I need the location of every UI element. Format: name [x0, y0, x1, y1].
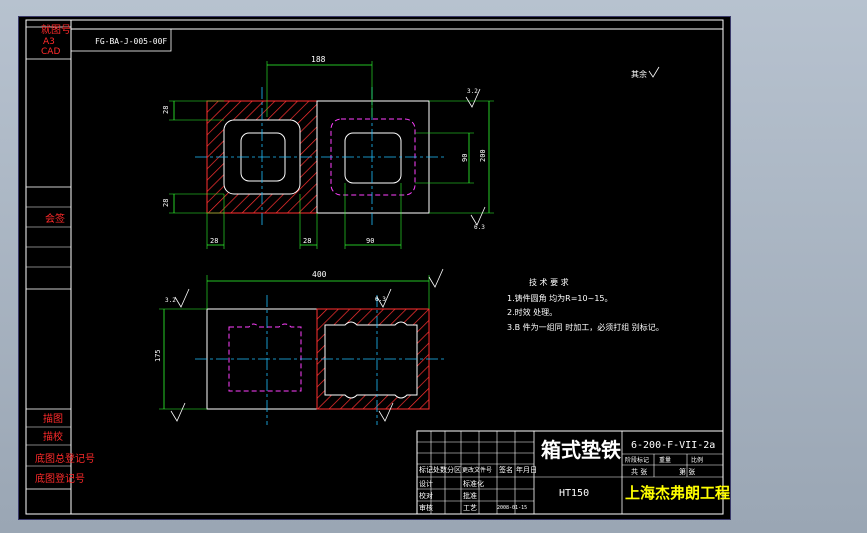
role-label-4: 工艺 — [463, 504, 477, 512]
left-column: 就图号 A3 CAD 会签 描图 描校 底图总登记号 底图登记号 — [25, 23, 95, 490]
row-label-1: 处数 — [433, 465, 447, 474]
sub-label-0: 阶段标记 — [625, 456, 649, 464]
title-block: 箱式垫铁 6-200-F-VII-2a 阶段标记 重量 比例 共 张 第 张 H… — [416, 430, 730, 515]
row-label-0: 标记 — [419, 465, 433, 474]
tech-title: 技 术 要 求 — [529, 277, 569, 287]
role-label-2: 校对 — [419, 491, 433, 500]
top-view: 188 28 28 90 200 28 28 90 3.2 6.3 — [162, 55, 494, 249]
tech-line-1: 1.铸件圆角 均为R=10~15。 — [507, 293, 613, 303]
left-label-b2: 底图总登记号 — [35, 452, 95, 465]
left-label-1: A3 — [43, 37, 55, 47]
dim-bottom-c: 90 — [366, 237, 374, 245]
role-label-3: 审核 — [419, 503, 433, 512]
role-label-5: 批准 — [463, 491, 477, 500]
drawing-code: 6-200-F-VII-2a — [631, 440, 715, 451]
roughness-note: 其余 — [631, 69, 647, 79]
row-label-2: 分区 — [447, 465, 461, 474]
rough-bottom-right: 6.3 — [474, 224, 485, 231]
part-name: 箱式垫铁 — [541, 438, 621, 462]
company-name: 上海杰弗朗工程设备有限公司 — [625, 484, 730, 502]
left-label-b3: 底图登记号 — [35, 472, 85, 485]
row-label-3: 更改文件号 — [462, 466, 492, 474]
dim-front-width: 400 — [312, 270, 327, 279]
dim-top-width: 188 — [311, 55, 326, 64]
left-label-0: 就图号 — [41, 23, 71, 36]
roughness-symbol-icon — [648, 66, 660, 78]
dim-right-outer: 200 — [479, 149, 487, 162]
role-label-1: 标准化 — [463, 479, 484, 488]
dim-right-inner: 90 — [461, 154, 469, 162]
left-label-b0: 描图 — [43, 412, 63, 425]
front-view: 400 175 3.2 6.3 — [154, 268, 444, 425]
tech-line-3: 3.B 件为一组同 时加工，必须打组 别标记。 — [507, 322, 664, 332]
row-label-5: 年月日 — [516, 465, 537, 474]
sub-label-1: 重量 — [659, 456, 671, 464]
sub-label-2: 比例 — [691, 456, 703, 464]
dim-left-bottom: 28 — [162, 199, 170, 207]
dim-bottom-b: 28 — [303, 237, 311, 245]
material: HT150 — [559, 488, 589, 499]
drawing-viewport[interactable]: 就图号 A3 CAD 会签 描图 描校 底图总登记号 底图登记号 FG-BA-J… — [18, 16, 731, 520]
sheet-label-1: 第 张 — [679, 467, 695, 476]
dim-front-height: 175 — [154, 349, 162, 362]
left-label-b1: 描校 — [43, 430, 63, 443]
role-label-0: 设计 — [419, 479, 433, 488]
dim-left-top: 28 — [162, 106, 170, 114]
cad-drawing-canvas: 就图号 A3 CAD 会签 描图 描校 底图总登记号 底图登记号 FG-BA-J… — [25, 19, 730, 515]
cad-application-window: 就图号 A3 CAD 会签 描图 描校 底图总登记号 底图登记号 FG-BA-J… — [0, 0, 867, 533]
tech-line-2: 2.时效 处理。 — [507, 307, 557, 317]
date-text: 2008-01-15 — [497, 505, 527, 511]
row-label-4: 签名 — [499, 465, 513, 474]
technical-requirements: 技 术 要 求 1.铸件圆角 均为R=10~15。 2.时效 处理。 3.B 件… — [507, 277, 664, 332]
left-label-middle: 会签 — [45, 212, 65, 225]
rough-front-mid: 6.3 — [375, 296, 386, 303]
rough-top-right: 3.2 — [467, 88, 478, 95]
left-label-2: CAD — [41, 47, 60, 57]
dim-bottom-a: 28 — [210, 237, 218, 245]
drawing-number-text: FG-BA-J-005-00F — [95, 37, 167, 46]
rough-front-left: 3.2 — [165, 297, 176, 304]
sheet-label-0: 共 张 — [631, 467, 647, 476]
